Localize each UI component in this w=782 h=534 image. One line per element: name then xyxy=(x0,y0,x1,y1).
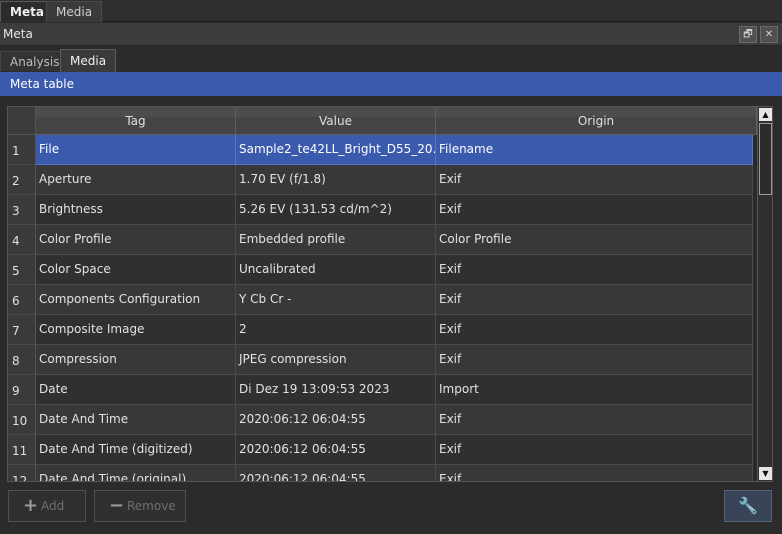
row-number[interactable]: 2 xyxy=(8,165,36,195)
table-row[interactable]: 5 Color Space Uncalibrated Exif xyxy=(8,255,753,285)
remove-button-label: Remove xyxy=(127,499,176,513)
cell-origin[interactable]: Exif xyxy=(436,465,753,481)
tools-button[interactable]: 🔧 xyxy=(724,490,772,522)
row-number[interactable]: 3 xyxy=(8,195,36,225)
cell-tag[interactable]: Compression xyxy=(36,345,236,375)
cell-tag[interactable]: Composite Image xyxy=(36,315,236,345)
row-number[interactable]: 9 xyxy=(8,375,36,405)
cell-value[interactable]: Uncalibrated xyxy=(236,255,436,285)
cell-origin[interactable]: Exif xyxy=(436,285,753,315)
cell-origin[interactable]: Exif xyxy=(436,405,753,435)
meta-table: Tag Value Origin 1 File Sample2_te42LL_Bri… xyxy=(7,106,773,482)
dock-tab-media[interactable]: Media xyxy=(46,1,103,22)
cell-tag[interactable]: Aperture xyxy=(36,165,236,195)
remove-button[interactable]: − Remove xyxy=(94,490,186,522)
scrollbar-thumb[interactable] xyxy=(759,123,772,195)
cell-origin[interactable]: Color Profile xyxy=(436,225,753,255)
row-number[interactable]: 11 xyxy=(8,435,36,465)
cell-value[interactable]: 2020:06:12 06:04:55 xyxy=(236,465,436,481)
row-number[interactable]: 10 xyxy=(8,405,36,435)
table-corner[interactable] xyxy=(8,107,36,135)
cell-origin[interactable]: Exif xyxy=(436,255,753,285)
cell-value[interactable]: Y Cb Cr - xyxy=(236,285,436,315)
row-number[interactable]: 1 xyxy=(8,135,36,165)
cell-tag[interactable]: Color Space xyxy=(36,255,236,285)
row-number[interactable]: 5 xyxy=(8,255,36,285)
tab-media[interactable]: Media xyxy=(60,49,117,72)
row-number[interactable]: 6 xyxy=(8,285,36,315)
cell-tag[interactable]: Date xyxy=(36,375,236,405)
row-number[interactable]: 12 xyxy=(8,465,36,481)
table-row[interactable]: 8 Compression JPEG compression Exif xyxy=(8,345,753,375)
wrench-icon: 🔧 xyxy=(738,496,758,515)
cell-value[interactable]: 2020:06:12 06:04:55 xyxy=(236,435,436,465)
cell-value[interactable]: 2020:06:12 06:04:55 xyxy=(236,405,436,435)
table-row[interactable]: 9 Date Di Dez 19 13:09:53 2023 Import xyxy=(8,375,753,405)
cell-value[interactable]: 1.70 EV (f/1.8) xyxy=(236,165,436,195)
table-row[interactable]: 12 Date And Time (original) 2020:06:12 06:… xyxy=(8,465,753,481)
add-button-label: Add xyxy=(41,499,65,513)
table-row[interactable]: 1 File Sample2_te42LL_Bright_D55_20... File… xyxy=(8,135,753,165)
scroll-up-icon[interactable]: ▲ xyxy=(759,108,772,121)
table-row[interactable]: 11 Date And Time (digitized) 2020:06:12 06… xyxy=(8,435,753,465)
cell-origin[interactable]: Exif xyxy=(436,345,753,375)
close-icon[interactable]: ✕ xyxy=(760,26,778,43)
plus-icon: + xyxy=(23,495,39,516)
cell-value[interactable]: 2 xyxy=(236,315,436,345)
cell-origin[interactable]: Exif xyxy=(436,435,753,465)
dock-title-bar: Meta 🗗 ✕ xyxy=(0,23,782,46)
cell-tag[interactable]: Date And Time (digitized) xyxy=(36,435,236,465)
cell-origin[interactable]: Exif xyxy=(436,195,753,225)
table-row[interactable]: 4 Color Profile Embedded profile Color Prof… xyxy=(8,225,753,255)
scroll-down-icon[interactable]: ▼ xyxy=(759,467,772,480)
column-header-origin[interactable]: Origin xyxy=(436,107,757,135)
cell-value[interactable]: 5.26 EV (131.53 cd/m^2) xyxy=(236,195,436,225)
inner-tab-bar: Analysis Media xyxy=(0,47,782,72)
cell-tag[interactable]: Color Profile xyxy=(36,225,236,255)
cell-tag[interactable]: Components Configuration xyxy=(36,285,236,315)
cell-tag[interactable]: Brightness xyxy=(36,195,236,225)
minus-icon: − xyxy=(109,495,125,516)
cell-origin[interactable]: Import xyxy=(436,375,753,405)
row-number[interactable]: 7 xyxy=(8,315,36,345)
cell-value[interactable]: Di Dez 19 13:09:53 2023 xyxy=(236,375,436,405)
cell-tag[interactable]: Date And Time xyxy=(36,405,236,435)
float-window-icon[interactable]: 🗗 xyxy=(739,26,757,43)
table-row[interactable]: 3 Brightness 5.26 EV (131.53 cd/m^2) Exif xyxy=(8,195,753,225)
cell-value[interactable]: Sample2_te42LL_Bright_D55_20... xyxy=(236,135,436,165)
cell-value[interactable]: Embedded profile xyxy=(236,225,436,255)
cell-tag[interactable]: File xyxy=(36,135,236,165)
dock-tab-bar: Meta Media xyxy=(0,0,782,22)
cell-origin[interactable]: Exif xyxy=(436,315,753,345)
cell-tag[interactable]: Date And Time (original) xyxy=(36,465,236,481)
column-header-tag[interactable]: Tag xyxy=(36,107,236,135)
table-row[interactable]: 2 Aperture 1.70 EV (f/1.8) Exif xyxy=(8,165,753,195)
meta-table-header: Meta table xyxy=(0,72,782,96)
row-number[interactable]: 8 xyxy=(8,345,36,375)
vertical-scrollbar[interactable]: ▲ ▼ xyxy=(757,107,772,481)
column-header-value[interactable]: Value xyxy=(236,107,436,135)
cell-origin[interactable]: Filename xyxy=(436,135,753,165)
row-number[interactable]: 4 xyxy=(8,225,36,255)
add-button[interactable]: + Add xyxy=(8,490,86,522)
cell-origin[interactable]: Exif xyxy=(436,165,753,195)
table-body: 1 File Sample2_te42LL_Bright_D55_20... File… xyxy=(8,135,753,481)
table-row[interactable]: 10 Date And Time 2020:06:12 06:04:55 Exif xyxy=(8,405,753,435)
dock-title: Meta xyxy=(3,27,33,41)
table-row[interactable]: 6 Components Configuration Y Cb Cr - Exif xyxy=(8,285,753,315)
cell-value[interactable]: JPEG compression xyxy=(236,345,436,375)
table-row[interactable]: 7 Composite Image 2 Exif xyxy=(8,315,753,345)
